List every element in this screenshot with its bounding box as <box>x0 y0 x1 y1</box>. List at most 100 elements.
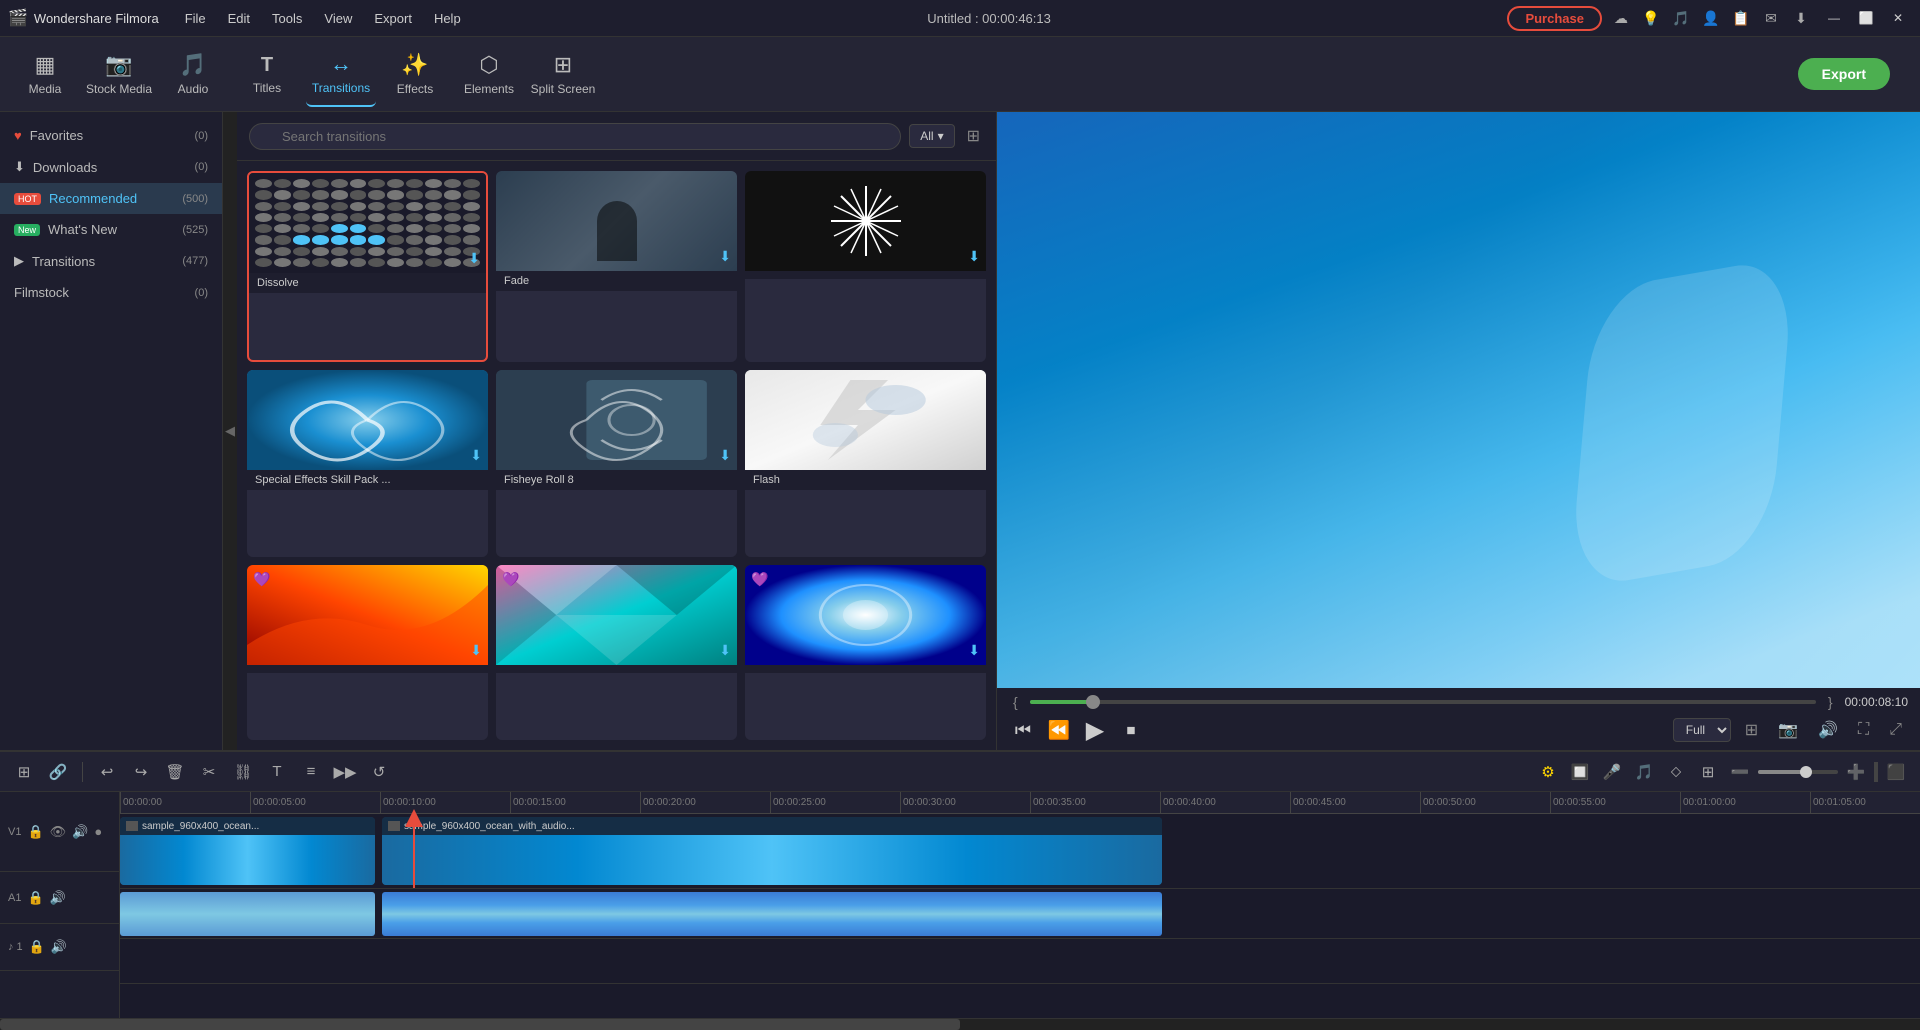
dissolve-download-icon: ⬇ <box>468 250 480 267</box>
audio-clip-2[interactable] <box>382 892 1162 936</box>
mask-icon[interactable]: 🔲 <box>1566 758 1594 786</box>
close-button[interactable]: ✕ <box>1884 7 1912 29</box>
split-screen-label: Split Screen <box>531 82 596 96</box>
maximize-button[interactable]: ⬜ <box>1852 7 1880 29</box>
transition-dissolve[interactable]: ⬇ Dissolve <box>247 171 488 362</box>
video-track-eye-icon[interactable]: 👁 <box>50 824 67 840</box>
audio-adjust-button[interactable]: ≡ <box>297 758 325 786</box>
speed-button[interactable]: ▶▶ <box>331 758 359 786</box>
toolbar-transitions[interactable]: ↔ Transitions <box>306 42 376 107</box>
chain-button[interactable]: ⛓ <box>229 758 257 786</box>
more-options-icon[interactable]: ⤢ <box>1883 719 1908 741</box>
headphones-icon[interactable]: 🎵 <box>1670 7 1692 29</box>
transition-flash[interactable]: Flash <box>745 370 986 557</box>
purchase-button[interactable]: Purchase <box>1507 6 1602 31</box>
menu-file[interactable]: File <box>175 7 216 30</box>
transition-fire[interactable]: 💜 ⬇ <box>247 565 488 740</box>
volume-icon[interactable]: 🔊 <box>1812 718 1844 742</box>
download-icon[interactable]: ⬇ <box>1790 7 1812 29</box>
delete-button[interactable]: 🗑 <box>161 758 189 786</box>
mail-icon[interactable]: ✉ <box>1760 7 1782 29</box>
quality-select[interactable]: Full 1/2 1/4 <box>1673 718 1731 742</box>
video-clip-1[interactable]: sample_960x400_ocean... <box>120 817 375 885</box>
timeline-ruler-and-tracks: 00:00:00 00:00:05:00 00:00:10:00 00:00:1… <box>120 792 1920 1018</box>
progress-bar[interactable] <box>1030 700 1816 704</box>
scrollbar-thumb[interactable] <box>0 1019 960 1030</box>
clipboard-icon[interactable]: 📋 <box>1730 7 1752 29</box>
timeline-link-icon[interactable]: 🔗 <box>44 758 72 786</box>
mark-in-button[interactable]: { <box>1009 694 1022 710</box>
video-track-lock-icon[interactable]: 🔒 <box>27 824 43 840</box>
filter-dropdown[interactable]: All ▾ <box>909 124 954 148</box>
toolbar-effects[interactable]: ✨ Effects <box>380 42 450 107</box>
transition-fade[interactable]: ⬇ Fade <box>496 171 737 362</box>
sidebar-item-recommended[interactable]: HOT Recommended (500) <box>0 183 222 214</box>
toolbar-elements[interactable]: ⬡ Elements <box>454 42 524 107</box>
clip-1-strip <box>120 835 375 885</box>
play-button[interactable]: ▶ <box>1081 716 1109 744</box>
playhead[interactable] <box>413 814 415 888</box>
search-input[interactable] <box>249 123 901 150</box>
fullscreen-icon[interactable]: ⛶ <box>1852 719 1875 741</box>
menu-tools[interactable]: Tools <box>262 7 312 30</box>
split-icon[interactable]: ⬦ <box>1662 758 1690 786</box>
toolbar-audio[interactable]: 🎵 Audio <box>158 42 228 107</box>
music-track-volume-icon[interactable]: 🔊 <box>51 939 67 955</box>
transition-fisheye[interactable]: ⬇ Fisheye Roll 8 <box>496 370 737 557</box>
toolbar-media[interactable]: ▦ Media <box>10 42 80 107</box>
toolbar-stock-media[interactable]: 📷 Stock Media <box>84 42 154 107</box>
audio-track-volume-icon[interactable]: 🔊 <box>50 890 66 906</box>
toolbar-titles[interactable]: T Titles <box>232 42 302 107</box>
menu-export[interactable]: Export <box>364 7 422 30</box>
sidebar-item-favorites[interactable]: ♥ Favorites (0) <box>0 120 222 151</box>
transition-blue-burst[interactable]: 💜 ⬇ <box>745 565 986 740</box>
timeline-add-track-button[interactable]: ⊞ <box>10 758 38 786</box>
stop-button[interactable]: ⏹ <box>1117 716 1145 744</box>
fit-screen-icon[interactable]: ⊞ <box>1739 718 1764 742</box>
sidebar-item-downloads[interactable]: ⬇ Downloads (0) <box>0 151 222 183</box>
user-icon[interactable]: 👤 <box>1700 7 1722 29</box>
play-backward-button[interactable]: ⏪ <box>1045 716 1073 744</box>
video-clip-2[interactable]: sample_960x400_ocean_with_audio... <box>382 817 1162 885</box>
track-height-icon[interactable]: ⬛ <box>1882 758 1910 786</box>
snapshot-icon[interactable]: 📷 <box>1772 718 1804 742</box>
video-track-visible-icon[interactable]: ● <box>94 824 102 839</box>
sidebar-collapse-button[interactable]: ◀ <box>223 112 237 750</box>
audio-track-lock-icon[interactable]: 🔒 <box>27 890 43 906</box>
transition-radial[interactable]: ⬇ <box>745 171 986 362</box>
color-grading-icon[interactable]: ⚙ <box>1534 758 1562 786</box>
cloud-icon[interactable]: ☁ <box>1610 7 1632 29</box>
audio-icon-tl[interactable]: 🎵 <box>1630 758 1658 786</box>
audio-clip-1[interactable] <box>120 892 375 936</box>
sidebar-item-transitions[interactable]: ▶ Transitions (477) <box>0 245 222 277</box>
transition-swirl[interactable]: ⬇ Special Effects Skill Pack ... <box>247 370 488 557</box>
sidebar-item-filmstock[interactable]: Filmstock (0) <box>0 277 222 308</box>
grid-view-toggle[interactable]: ⊞ <box>963 122 984 150</box>
sidebar-item-whats-new[interactable]: New What's New (525) <box>0 214 222 245</box>
minimize-button[interactable]: — <box>1820 7 1848 29</box>
sun-icon[interactable]: 💡 <box>1640 7 1662 29</box>
mic-icon[interactable]: 🎤 <box>1598 758 1626 786</box>
menu-help[interactable]: Help <box>424 7 471 30</box>
cut-button[interactable]: ✂ <box>195 758 223 786</box>
video-track-id: V1 <box>8 826 21 838</box>
rewind-button[interactable]: ⏮ <box>1009 716 1037 744</box>
export-button[interactable]: Export <box>1798 58 1890 90</box>
timeline-scrollbar[interactable] <box>0 1018 1920 1030</box>
zoom-slider[interactable] <box>1758 770 1838 774</box>
video-track-audio-icon[interactable]: 🔊 <box>72 824 88 840</box>
undo-button[interactable]: ↩ <box>93 758 121 786</box>
menu-edit[interactable]: Edit <box>218 7 260 30</box>
redo-button[interactable]: ↪ <box>127 758 155 786</box>
mark-out-button[interactable]: } <box>1824 694 1837 710</box>
music-track-lock-icon[interactable]: 🔒 <box>29 939 45 955</box>
text-button[interactable]: T <box>263 758 291 786</box>
zoom-out-icon[interactable]: ➖ <box>1726 758 1754 786</box>
menu-view[interactable]: View <box>314 7 362 30</box>
crop-icon[interactable]: ⊞ <box>1694 758 1722 786</box>
toolbar-split-screen[interactable]: ⊞ Split Screen <box>528 42 598 107</box>
downloads-label: Downloads <box>33 160 97 175</box>
rotate-button[interactable]: ↺ <box>365 758 393 786</box>
zoom-in-icon[interactable]: ➕ <box>1842 758 1870 786</box>
transition-teal-geo[interactable]: 💜 ⬇ <box>496 565 737 740</box>
